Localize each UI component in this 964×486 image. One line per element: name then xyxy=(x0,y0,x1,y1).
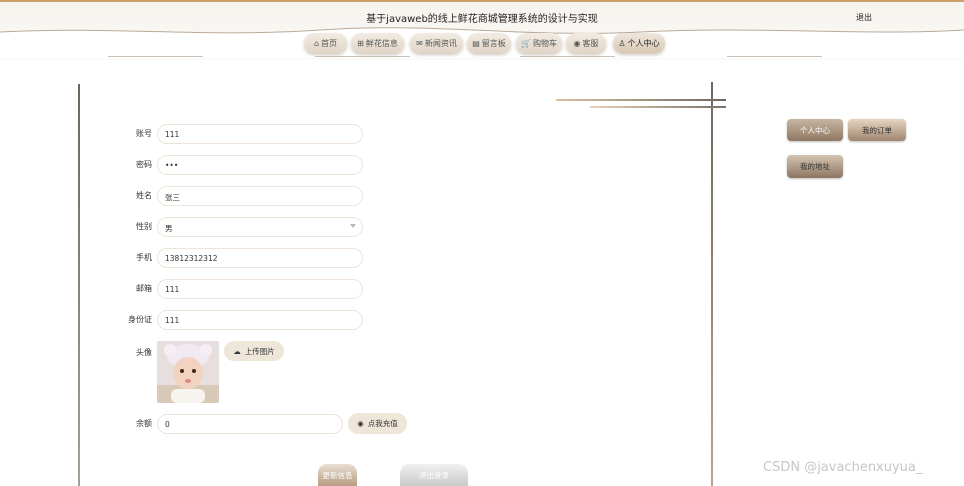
nav-personal-center[interactable]: ♙ 个人中心 xyxy=(613,33,665,53)
gender-value: 男 xyxy=(165,224,173,233)
nav-label: 新闻资讯 xyxy=(424,38,457,48)
logout-button[interactable]: 退出登录 xyxy=(400,464,468,486)
cart-icon: 🛒 xyxy=(521,38,531,48)
grid-icon: ⊞ xyxy=(357,38,364,48)
form-row-account: 账号 111 xyxy=(110,124,370,144)
logout-link[interactable]: 退出 xyxy=(856,12,872,23)
nav-news[interactable]: ✉ 新闻资讯 xyxy=(410,33,463,53)
frame-line-top xyxy=(556,99,726,101)
nav-cart[interactable]: 🛒 购物车 xyxy=(516,33,562,53)
form-row-idcard: 身份证 111 xyxy=(110,310,370,330)
email-field[interactable]: 111 xyxy=(157,279,363,299)
cloud-upload-icon: ☁ xyxy=(233,346,241,356)
form-row-password: 密码 ••• xyxy=(110,155,370,175)
nav-service[interactable]: ◉ 客服 xyxy=(566,33,606,53)
form-row-phone: 手机 13812312312 xyxy=(110,248,370,268)
sidebar-item-my-address[interactable]: 我的地址 xyxy=(787,155,843,178)
idcard-field[interactable]: 111 xyxy=(157,310,363,330)
home-icon: ⌂ xyxy=(313,38,320,48)
field-label: 姓名 xyxy=(136,191,152,200)
form-row-email: 邮箱 111 xyxy=(110,279,370,299)
field-label: 手机 xyxy=(136,253,152,262)
field-label: 余额 xyxy=(136,419,152,428)
recharge-label: 点我充值 xyxy=(367,419,398,428)
board-icon: ▤ xyxy=(472,38,480,48)
divider xyxy=(315,56,410,57)
update-info-button[interactable]: 更新信息 xyxy=(318,464,357,486)
sidebar-item-personal-center[interactable]: 个人中心 xyxy=(787,119,843,141)
form-row-balance: 余额 0 xyxy=(110,414,370,434)
field-label: 密码 xyxy=(136,160,152,169)
divider xyxy=(520,56,615,57)
sidebar-item-my-orders[interactable]: 我的订单 xyxy=(848,119,906,141)
frame-line-left xyxy=(78,84,80,486)
phone-field[interactable]: 13812312312 xyxy=(157,248,363,268)
account-field[interactable]: 111 xyxy=(157,124,363,144)
coin-icon: ◉ xyxy=(357,419,364,428)
frame-line-right xyxy=(711,82,713,486)
upload-label: 上传图片 xyxy=(244,346,275,356)
service-icon: ◉ xyxy=(573,38,581,48)
nav-home[interactable]: ⌂ 首页 xyxy=(304,33,347,53)
recharge-button[interactable]: ◉ 点我充值 xyxy=(348,413,407,434)
field-label: 邮箱 xyxy=(136,284,152,293)
nav-label: 首页 xyxy=(321,38,338,48)
password-field[interactable]: ••• xyxy=(157,155,363,175)
user-icon: ♙ xyxy=(618,38,626,48)
field-label: 头像 xyxy=(136,348,152,357)
nav-label: 客服 xyxy=(582,38,599,48)
field-label: 身份证 xyxy=(128,315,152,324)
watermark: CSDN @javachenxuyua_ xyxy=(763,460,923,475)
balance-field[interactable]: 0 xyxy=(157,414,343,434)
avatar-image xyxy=(157,341,219,403)
divider xyxy=(108,56,203,57)
gender-select[interactable]: 男 xyxy=(157,217,363,237)
nav-messages[interactable]: ▤ 留言板 xyxy=(467,33,511,53)
nav-label: 个人中心 xyxy=(627,38,660,48)
nav-label: 留言板 xyxy=(481,38,506,48)
name-field[interactable]: 张三 xyxy=(157,186,363,206)
field-label: 账号 xyxy=(136,129,152,138)
nav-flowers[interactable]: ⊞ 鲜花信息 xyxy=(351,33,404,53)
nav-label: 鲜花信息 xyxy=(365,38,398,48)
field-label: 性别 xyxy=(136,222,152,231)
form-row-name: 姓名 张三 xyxy=(110,186,370,206)
frame-line-top xyxy=(590,106,726,108)
upload-image-button[interactable]: ☁ 上传图片 xyxy=(224,341,284,361)
nav-label: 购物车 xyxy=(532,38,557,48)
form-row-gender: 性别 男 xyxy=(110,217,370,237)
site-title: 基于javaweb的线上鲜花商城管理系统的设计与实现 xyxy=(366,14,598,25)
mail-icon: ✉ xyxy=(416,38,423,48)
chevron-down-icon xyxy=(350,224,356,228)
divider xyxy=(727,56,822,57)
